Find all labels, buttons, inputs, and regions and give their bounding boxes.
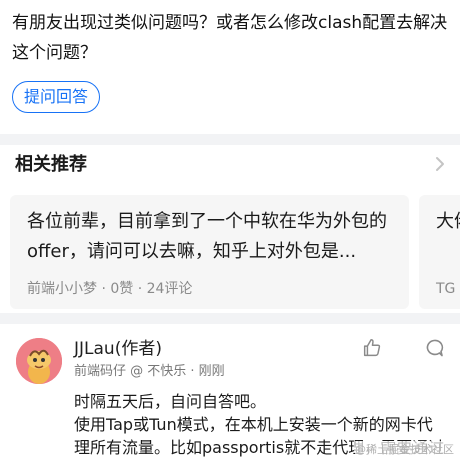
question-card: 有朋友出现过类似问题吗？或者怎么修改clash配置去解决这个问题？ 提问回答	[0, 0, 460, 134]
answer-card: JJLau(作者) 前端码仔 @ 不快乐 · 刚刚 时隔五天后，自问自答吧。 使…	[0, 324, 460, 460]
ask-answer-button[interactable]: 提问回答	[12, 81, 101, 113]
related-card[interactable]: 大佬了... TG	[419, 195, 460, 309]
author-subtitle: 前端码仔 @ 不快乐 · 刚刚	[74, 364, 225, 379]
watermark: @稀土掘金技术社区	[355, 441, 454, 457]
related-card-meta: 前端小小梦 · 0赞 · 24评论	[27, 281, 193, 297]
thumbs-up-icon[interactable]	[361, 337, 383, 359]
chevron-right-icon[interactable]	[430, 154, 450, 174]
related-card[interactable]: 各位前辈，目前拿到了一个中软在华为外包的offer，请问可以去嘛，知乎上对外包是…	[10, 195, 409, 309]
comment-icon[interactable]	[424, 338, 444, 358]
avatar-image-icon	[16, 338, 62, 384]
related-title: 相关推荐	[15, 154, 87, 175]
question-text: 有朋友出现过类似问题吗？或者怎么修改clash配置去解决这个问题？	[12, 13, 448, 63]
related-card-title: 各位前辈，目前拿到了一个中软在华为外包的offer，请问可以去嘛，知乎上对外包是…	[27, 211, 387, 262]
related-section: 相关推荐 各位前辈，目前拿到了一个中软在华为外包的offer，请问可以去嘛，知乎…	[0, 145, 460, 313]
answer-line: 使用Tap或Tun模式，在本机上安装一个新的网卡代	[74, 415, 433, 434]
author-name[interactable]: JJLau(作者)	[74, 337, 162, 361]
avatar[interactable]	[16, 338, 62, 384]
answer-line: 时隔五天后，自问自答吧。	[74, 392, 267, 411]
related-card-meta: TG	[436, 281, 456, 297]
related-card-title: 大佬了...	[436, 211, 460, 232]
